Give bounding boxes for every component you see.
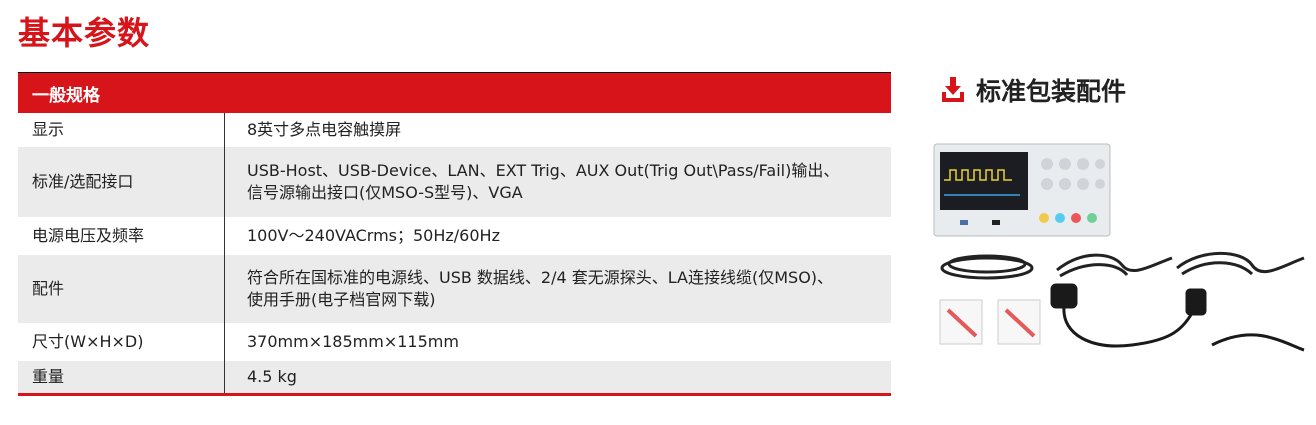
power-cord-image bbox=[1050, 283, 1305, 352]
table-row: 重量 4.5 kg bbox=[18, 361, 891, 396]
row-label-display: 显示 bbox=[18, 113, 225, 147]
row-label-power: 电源电压及频率 bbox=[18, 217, 225, 255]
table-row: 电源电压及频率 100V～240VACrms；50Hz/60Hz bbox=[18, 217, 891, 255]
row-value-display: 8英寸多点电容触摸屏 bbox=[224, 113, 891, 147]
oscilloscope-image bbox=[933, 143, 1111, 237]
row-value-weight: 4.5 kg bbox=[224, 361, 891, 396]
row-label-weight: 重量 bbox=[18, 361, 225, 396]
spec-table-header: 一般规格 bbox=[18, 72, 891, 113]
row-value-power: 100V～240VACrms；50Hz/60Hz bbox=[224, 217, 891, 255]
table-row: 配件 符合所在国标准的电源线、USB 数据线、2/4 套无源探头、LA连接线缆(… bbox=[18, 255, 891, 323]
accessories-heading: 标准包装配件 bbox=[940, 72, 1126, 108]
page-title: 基本参数 bbox=[18, 14, 151, 52]
accessories-photo bbox=[933, 143, 1305, 352]
row-label-interfaces: 标准/选配接口 bbox=[18, 147, 225, 217]
row-value-dimensions: 370mm×185mm×115mm bbox=[224, 323, 891, 361]
download-icon bbox=[942, 77, 964, 102]
row-value-interfaces: USB-Host、USB-Device、LAN、EXT Trig、AUX Out… bbox=[224, 147, 891, 217]
accessories-title: 标准包装配件 bbox=[976, 77, 1127, 106]
table-row: 显示 8英寸多点电容触摸屏 bbox=[18, 113, 891, 147]
table-row: 标准/选配接口 USB-Host、USB-Device、LAN、EXT Trig… bbox=[18, 147, 891, 217]
probe-accessories-image bbox=[939, 299, 1041, 345]
row-label-accessories: 配件 bbox=[18, 255, 225, 323]
row-value-accessories: 符合所在国标准的电源线、USB 数据线、2/4 套无源探头、LA连接线缆(仅MS… bbox=[224, 255, 891, 323]
spec-table: 一般规格 显示 8英寸多点电容触摸屏 标准/选配接口 USB-Host、USB-… bbox=[18, 72, 891, 396]
row-label-dimensions: 尺寸(W×H×D) bbox=[18, 323, 225, 361]
table-row: 尺寸(W×H×D) 370mm×185mm×115mm bbox=[18, 323, 891, 361]
probe-cables-image bbox=[940, 251, 1305, 280]
